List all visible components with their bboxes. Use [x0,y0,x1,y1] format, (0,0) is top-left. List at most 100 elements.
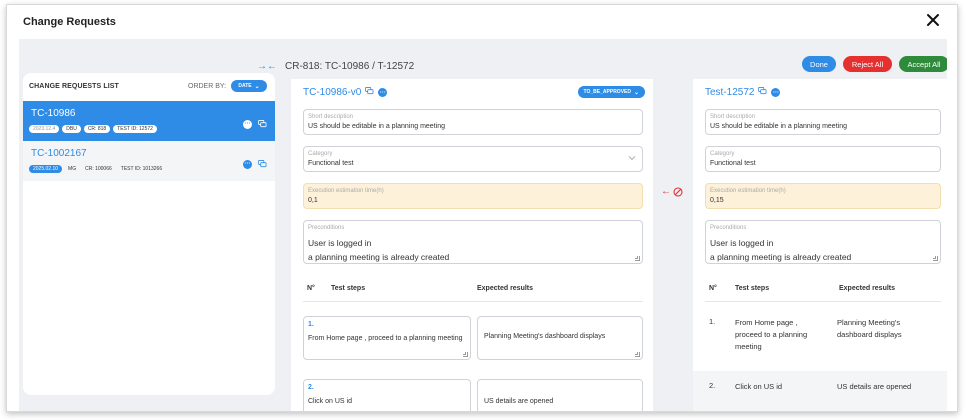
field-label: Execution estimation time(h) [308,188,384,194]
table-row: 2. Click on US id US details are opened [693,371,947,411]
column-header-steps: Test steps [331,285,366,292]
test-title: Test-12572 [705,87,755,98]
table-row: 1. From Home page , proceed to a plannin… [693,317,947,369]
change-requests-modal: Change Requests →← CHANGE REQUESTS LIST … [6,4,958,412]
step-text: Click on US id [308,398,352,405]
test-id-badge: TEST ID: 12572 [113,125,157,133]
field-label: Short description [308,114,354,120]
done-button[interactable]: Done [802,56,836,72]
field-value: 0,15 [710,197,724,204]
cr-badge: CR: 818 [83,125,111,133]
resize-handle[interactable] [635,352,640,357]
test-case-title: TC-10986-v0 [303,87,362,98]
reject-all-button[interactable]: Reject All [843,56,892,72]
team-badge: DBU [62,125,81,133]
divider [303,301,643,302]
expected-text: US details are opened [484,398,554,405]
expected-text: Planning Meeting's dashboard displays [484,333,606,340]
modal-header: Change Requests [7,5,957,39]
category-field: Category Functional test [705,146,941,172]
step-number: 1. [709,317,716,326]
list-title: CHANGE REQUESTS LIST [29,83,119,90]
preconditions-textarea[interactable]: Preconditions User is logged in a planni… [303,220,643,264]
field-value: Functional test [308,160,354,167]
chevron-down-icon: ⌄ [254,83,260,90]
version-badge: 2023.12.4 [29,125,60,133]
column-title: Test-12572 ··· [705,87,781,98]
collapse-panel-icon[interactable]: →← [257,61,277,72]
preconditions-field: Preconditions User is logged in a planni… [705,220,941,264]
comments-icon[interactable] [365,87,374,98]
order-by-label: ORDER BY: [188,83,227,90]
apply-change-control[interactable]: ← [661,186,683,197]
precondition-line: User is logged in [710,238,774,248]
more-options-icon[interactable]: ··· [243,159,252,169]
close-icon[interactable] [925,12,941,28]
more-options-icon[interactable]: ··· [378,88,388,97]
modal-body: →← CHANGE REQUESTS LIST ORDER BY: DATE ⌄… [19,39,947,411]
list-item-icons: ··· [243,155,267,173]
execution-time-field: Execution estimation time(h) 0,15 [705,183,941,209]
test-case-column: TC-10986-v0 ··· TO_BE_APPROVED ⌄ Short d… [291,79,653,411]
order-by-dropdown[interactable]: DATE ⌄ [231,80,267,92]
expected-result-textarea[interactable]: Planning Meeting's dashboard displays [477,316,643,360]
list-item[interactable]: TC-1002167 2025.02.10 MG CR: 100066 TEST… [23,141,275,181]
category-select[interactable]: Category Functional test [303,146,643,172]
execution-time-field[interactable]: Execution estimation time(h) 0,1 [303,183,643,209]
list-item-badges: 2023.12.4 DBU CR: 818 TEST ID: 12572 [29,125,157,133]
test-column: Test-12572 ··· Short description US shou… [693,79,947,411]
short-description-field: Short description US should be editable … [705,109,941,135]
expected-result-textarea[interactable]: US details are opened [477,379,643,411]
chevron-down-icon [628,156,636,161]
comments-icon[interactable] [258,115,267,133]
list-item-icons: ··· [243,115,267,133]
list-item-title: TC-1002167 [31,148,87,159]
step-text: From Home page , proceed to a planning m… [735,318,808,351]
field-value: US should be editable in a planning meet… [710,123,847,130]
test-step-textarea[interactable]: 2. Click on US id [303,379,471,411]
field-value: US should be editable in a planning meet… [308,123,445,130]
field-label: Category [710,151,735,157]
precondition-line: User is logged in [308,238,372,248]
comments-icon[interactable] [758,87,767,98]
list-item[interactable]: TC-10986 2023.12.4 DBU CR: 818 TEST ID: … [23,101,275,141]
more-options-icon[interactable]: ··· [243,119,252,129]
status-dropdown[interactable]: TO_BE_APPROVED ⌄ [577,86,645,98]
precondition-line: a planning meeting is already created [710,252,852,262]
resize-handle[interactable] [933,256,938,261]
list-item-title: TC-10986 [31,108,76,119]
cr-badge: CR: 100066 [85,166,112,172]
modal-title: Change Requests [23,16,116,28]
field-value: Functional test [710,160,756,167]
test-step-textarea[interactable]: 1. From Home page , proceed to a plannin… [303,316,471,360]
step-number: 2. [709,381,716,390]
step-number: 1. [308,321,314,328]
block-icon[interactable] [673,186,683,197]
change-requests-list-panel: CHANGE REQUESTS LIST ORDER BY: DATE ⌄ TC… [23,73,275,395]
step-number: 2. [308,384,314,391]
precondition-line: a planning meeting is already created [308,252,450,262]
resize-handle[interactable] [635,256,640,261]
list-item-badges: 2025.02.10 MG CR: 100066 TEST ID: 101326… [29,165,165,173]
test-id-badge: TEST ID: 1013266 [120,166,163,172]
chevron-down-icon: ⌄ [633,89,639,96]
step-text: Click on US id [735,382,783,391]
column-header-steps: Test steps [735,285,770,292]
step-text: From Home page , proceed to a planning m… [308,335,463,342]
team-badge: MG [68,166,77,172]
version-badge: 2025.02.10 [29,165,63,173]
breadcrumb: CR-818: TC-10986 / T-12572 [285,61,415,72]
accept-all-button[interactable]: Accept All [899,56,947,72]
divider [705,301,941,302]
status-value: TO_BE_APPROVED [583,89,631,95]
field-value: 0,1 [308,197,318,204]
column-header-num: N° [307,285,315,292]
resize-handle[interactable] [463,352,468,357]
more-options-icon[interactable]: ··· [771,88,781,97]
comments-icon[interactable] [258,155,267,173]
expected-text: US details are opened [837,382,912,391]
field-value: User is logged in a planning meeting is … [710,236,851,264]
arrow-left-icon[interactable]: ← [661,186,671,197]
short-description-field[interactable]: Short description US should be editable … [303,109,643,135]
field-label: Preconditions [308,225,345,231]
